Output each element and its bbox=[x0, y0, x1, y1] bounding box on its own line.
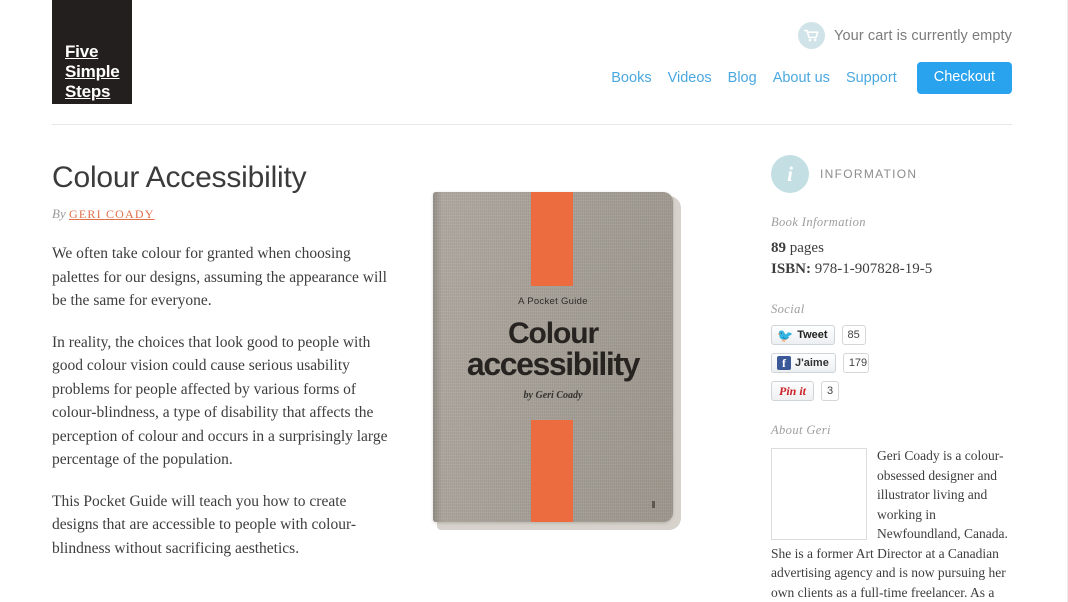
facebook-icon: f bbox=[777, 356, 791, 370]
main-navigation: Books Videos Blog About us Support Check… bbox=[603, 62, 1012, 94]
information-heading: INFORMATION bbox=[820, 167, 918, 181]
cover-text-block: A Pocket Guide Colour accessibility by G… bbox=[433, 296, 673, 401]
logo-line-3: Steps bbox=[65, 82, 111, 101]
cover-stripe-bottom bbox=[531, 420, 573, 522]
description-paragraph-1: We often take colour for granted when ch… bbox=[52, 245, 387, 309]
description-paragraph-3: This Pocket Guide will teach you how to … bbox=[52, 492, 356, 557]
nav-item-blog[interactable]: Blog bbox=[720, 70, 765, 86]
isbn-label: ISBN: bbox=[771, 261, 812, 277]
cover-corner-mark bbox=[652, 501, 655, 508]
pages-count: 89 bbox=[771, 240, 786, 256]
nav-item-about-us[interactable]: About us bbox=[765, 70, 838, 86]
pinterest-share-row: Pin it 3 bbox=[771, 381, 1013, 401]
page-title: Colour Accessibility bbox=[52, 161, 307, 194]
cover-title-line-1: Colour bbox=[507, 317, 599, 350]
tweet-button[interactable]: 🐦 Tweet bbox=[771, 325, 835, 345]
tweet-button-label: Tweet bbox=[797, 328, 828, 341]
cover-title-line-2: accessibility bbox=[466, 346, 641, 382]
cover-stripe-top bbox=[531, 192, 573, 286]
description-paragraph-2: In reality, the choices that look good t… bbox=[52, 333, 388, 469]
nav-item-videos[interactable]: Videos bbox=[660, 70, 720, 86]
byline: By GERI COADY bbox=[52, 206, 388, 222]
about-author-label: About Geri bbox=[771, 423, 831, 437]
byline-prefix: By bbox=[52, 206, 66, 221]
social-label: Social bbox=[771, 302, 805, 316]
facebook-share-row: f J'aime 179 bbox=[771, 353, 1013, 373]
information-header: i INFORMATION bbox=[771, 155, 1013, 193]
social-block: Social 🐦 Tweet 85 f J'aime 179 Pin it 3 bbox=[771, 302, 1013, 401]
pages-unit: pages bbox=[789, 240, 824, 256]
logo-line-1: Five bbox=[65, 42, 99, 61]
logo-line-2: Simple bbox=[65, 62, 120, 81]
facebook-like-button[interactable]: f J'aime bbox=[771, 353, 836, 373]
pages-line: 89 pages bbox=[771, 238, 1013, 259]
isbn-line: ISBN: 978-1-907828-19-5 bbox=[771, 259, 1013, 280]
checkout-button[interactable]: Checkout bbox=[916, 62, 1012, 94]
book-information-label: Book Information bbox=[771, 215, 866, 229]
twitter-icon: 🐦 bbox=[777, 327, 794, 343]
book-information-block: Book Information 89 pages ISBN: 978-1-90… bbox=[771, 215, 1013, 280]
isbn-value: 978-1-907828-19-5 bbox=[814, 261, 933, 277]
twitter-share-row: 🐦 Tweet 85 bbox=[771, 325, 1013, 345]
facebook-like-label: J'aime bbox=[795, 356, 829, 369]
cart-status-row[interactable]: Your cart is currently empty bbox=[798, 22, 1012, 49]
information-icon: i bbox=[771, 155, 809, 193]
site-logo[interactable]: Five Simple Steps bbox=[52, 0, 132, 104]
facebook-like-count[interactable]: 179 bbox=[842, 353, 869, 373]
nav-item-support[interactable]: Support bbox=[838, 70, 905, 86]
information-sidebar: i INFORMATION Book Information 89 pages … bbox=[771, 155, 1013, 602]
pinterest-pin-count[interactable]: 3 bbox=[821, 381, 840, 401]
product-page: Five Simple Steps Your cart is currently… bbox=[0, 0, 1068, 602]
about-author-text-wrap: Geri Coady is a colour-obsessed designer… bbox=[771, 446, 1013, 602]
cover-title: Colour accessibility bbox=[433, 317, 673, 382]
nav-item-books[interactable]: Books bbox=[603, 70, 659, 86]
author-link[interactable]: GERI COADY bbox=[69, 207, 155, 221]
product-description-column: Colour Accessibility By GERI COADY We of… bbox=[52, 160, 388, 578]
pinterest-icon: Pin it bbox=[779, 384, 807, 398]
book-cover: A Pocket Guide Colour accessibility by G… bbox=[433, 192, 673, 522]
shopping-cart-icon bbox=[798, 22, 826, 49]
pinterest-pin-button[interactable]: Pin it bbox=[771, 381, 815, 401]
book-cover-image[interactable]: A Pocket Guide Colour accessibility by G… bbox=[433, 192, 681, 530]
cart-status-text: Your cart is currently empty bbox=[834, 27, 1012, 44]
tweet-count[interactable]: 85 bbox=[841, 325, 866, 345]
cover-author: by Geri Coady bbox=[523, 390, 583, 401]
avatar bbox=[771, 448, 867, 540]
about-author-block: About Geri Geri Coady is a colour-obsess… bbox=[771, 423, 1013, 602]
header-divider bbox=[52, 124, 1012, 125]
cover-kicker: A Pocket Guide bbox=[518, 296, 588, 307]
